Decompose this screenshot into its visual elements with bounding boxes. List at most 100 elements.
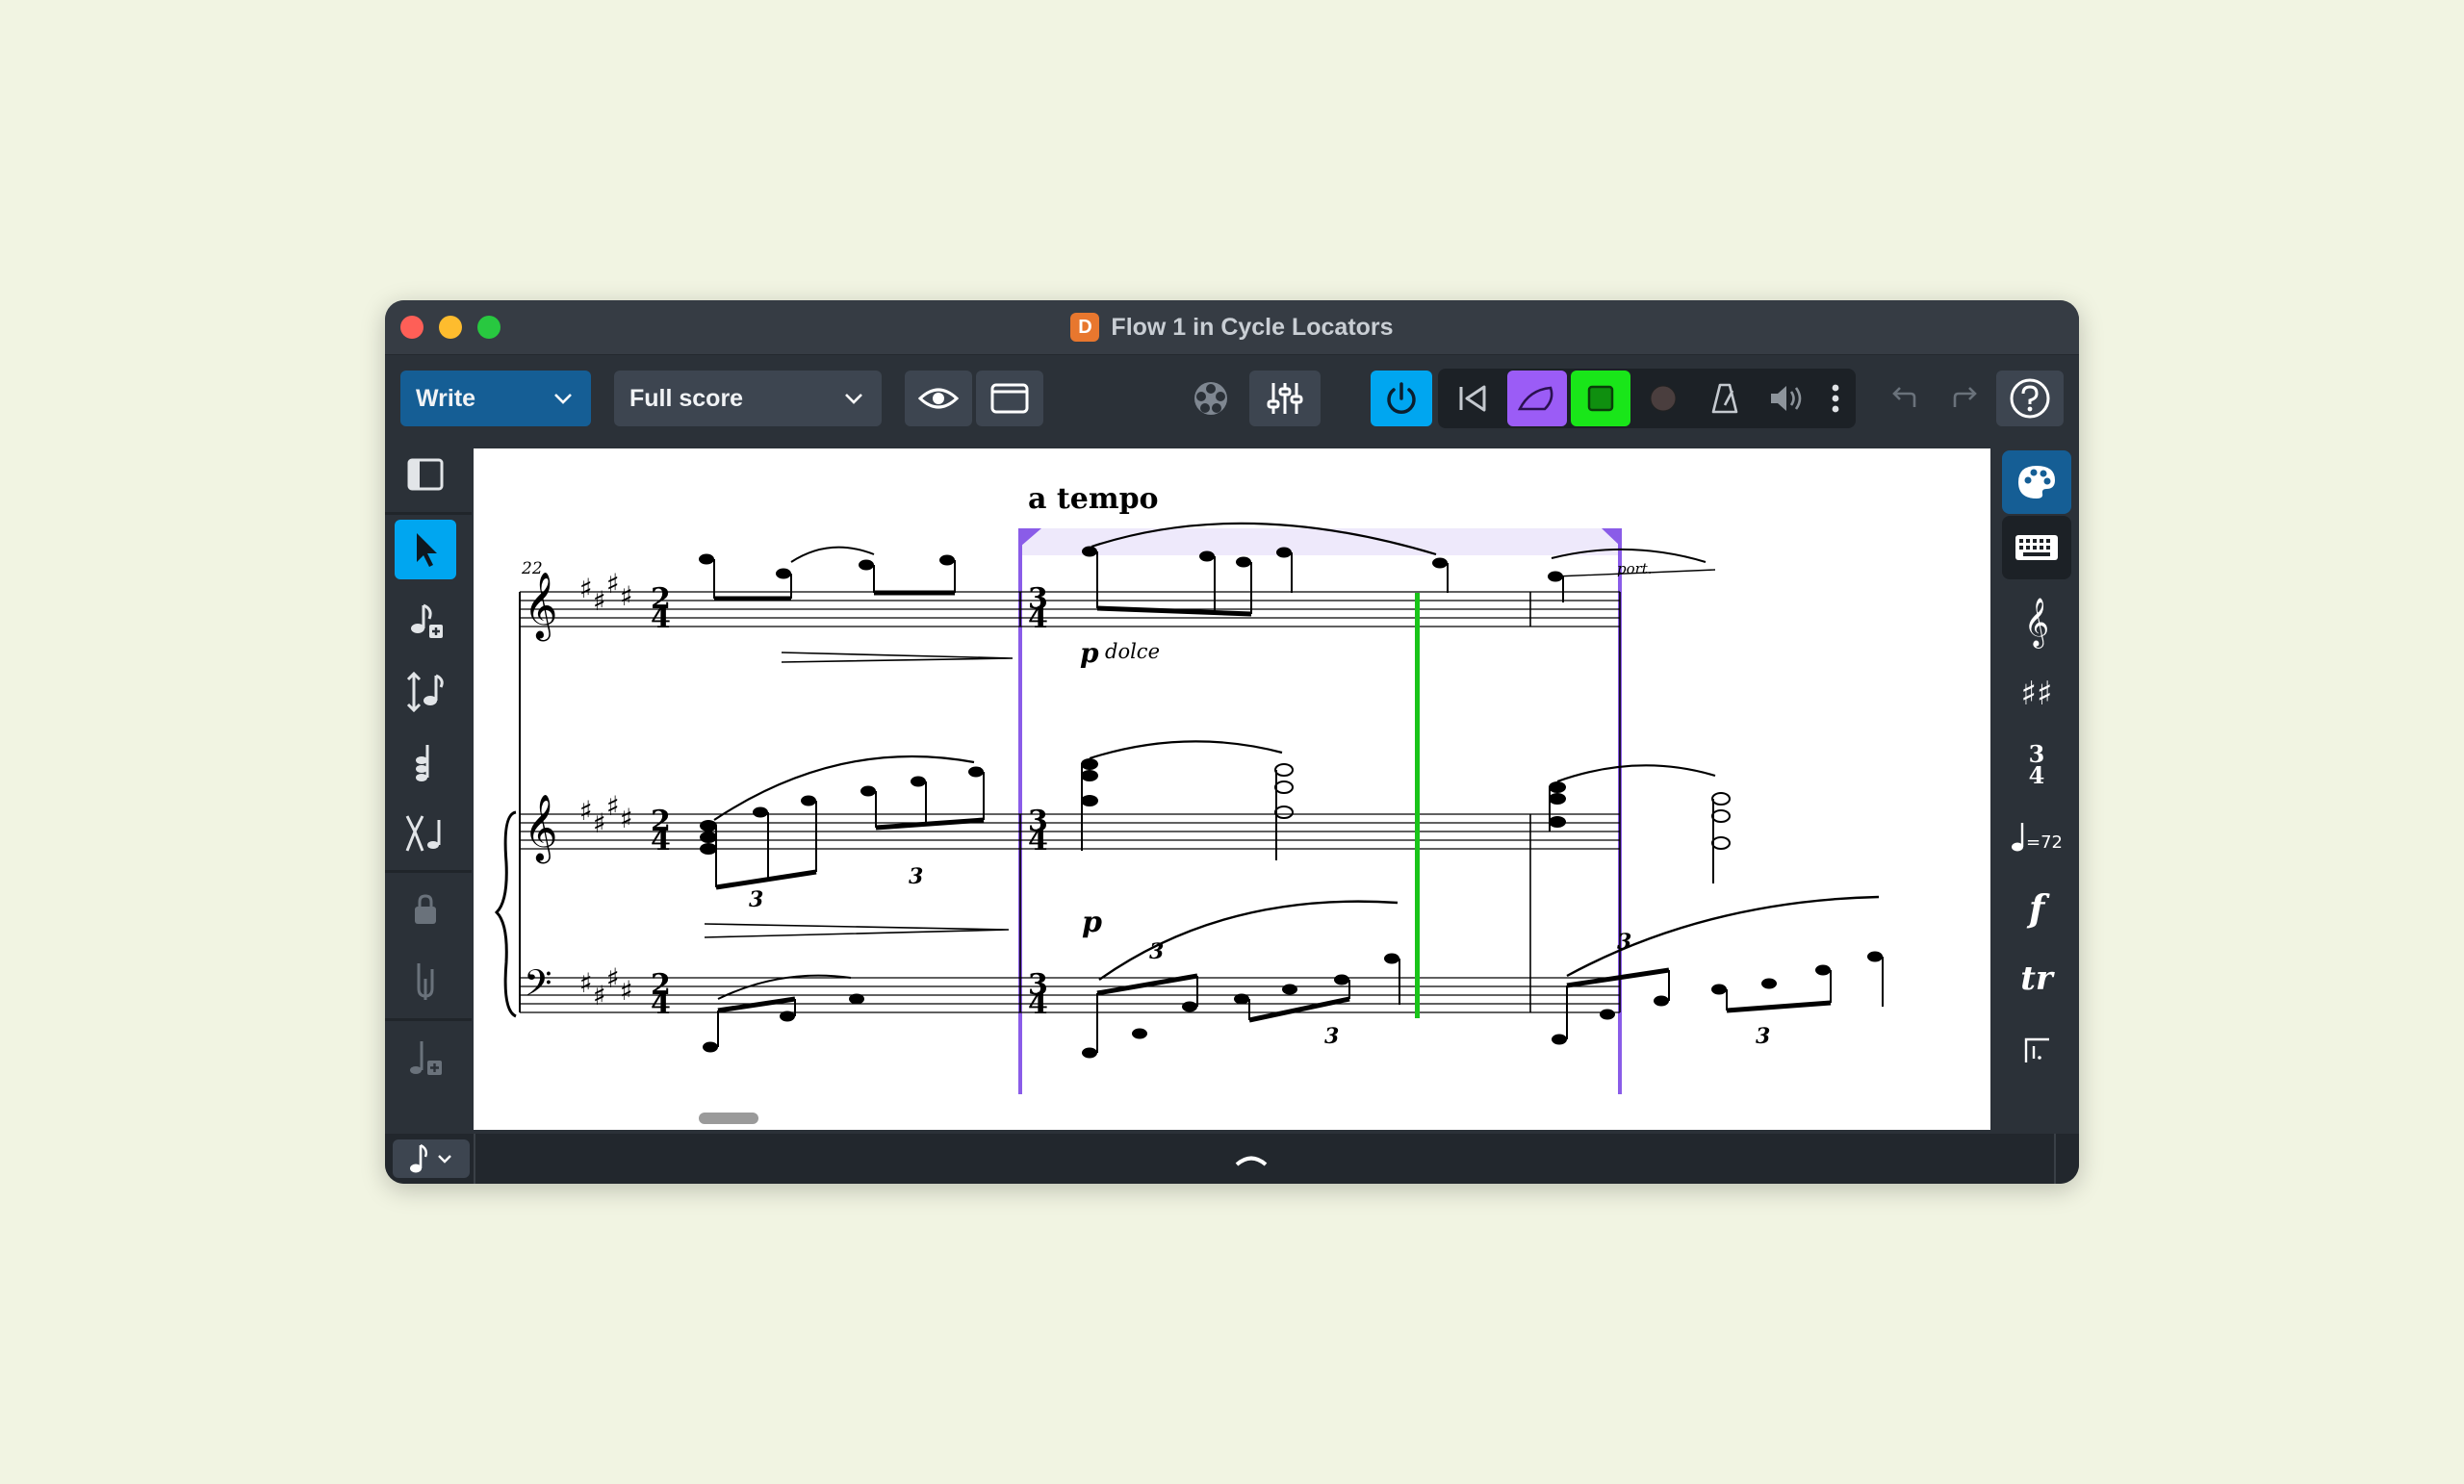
measure-number: 22 [521,559,543,578]
dolce-text[interactable]: dolce [1105,640,1160,663]
view-options-button[interactable] [905,371,972,426]
transport-more-button[interactable] [1819,371,1852,426]
svg-text:4: 4 [1028,987,1048,1021]
move-notes-tool[interactable] [395,662,456,722]
svg-text:♯: ♯ [606,790,620,822]
time-signature-icon: 3 4 [2028,740,2045,789]
minimize-window-button[interactable] [439,316,462,339]
close-window-button[interactable] [400,316,424,339]
play-button[interactable] [1571,371,1630,426]
record-icon [1650,385,1677,412]
svg-text:♯: ♯ [593,807,606,839]
cycle-button[interactable] [1507,371,1567,426]
window-title-group: D Flow 1 in Cycle Locators [1070,313,1394,342]
select-arrow-icon [417,533,437,567]
dynamic-marking-2[interactable]: p [1082,906,1102,939]
mixer-sliders-icon [1267,383,1303,414]
trill-icon: tr [2020,959,2053,998]
main-toolbar: Write Full score [385,355,2079,440]
help-icon [2010,378,2050,419]
ornaments-tab[interactable]: tr [2002,947,2071,1011]
svg-text:♯: ♯ [579,573,593,604]
note-input-tool[interactable] [395,591,456,651]
insert-chord-tool[interactable] [395,733,456,793]
select-tool[interactable] [395,520,456,579]
svg-text:♯: ♯ [579,967,593,999]
svg-text:4: 4 [1028,601,1048,635]
left-panel-toggle[interactable] [395,445,456,504]
application-window: D Flow 1 in Cycle Locators Write Full sc… [385,300,2079,1184]
zoom-window-button[interactable] [477,316,500,339]
tempo-tab[interactable]: =72 [2002,805,2071,868]
palette-tab[interactable] [2002,450,2071,514]
redo-button[interactable] [1938,371,1992,426]
clip-icon [417,963,434,1000]
playhead-line[interactable] [1415,593,1420,1018]
diminuendo-1 [781,652,1014,663]
svg-text:♯: ♯ [620,803,633,834]
left-panel-icon [407,458,444,491]
treble-clef-staff2: 𝄞 [524,794,557,863]
svg-text:♯: ♯ [606,962,620,994]
redo-icon [1953,387,1977,407]
more-vertical-icon [1832,384,1839,413]
rewind-to-start-icon [1459,385,1486,412]
mixer-button[interactable] [1249,371,1321,426]
dynamics-tab[interactable]: f [2002,876,2071,939]
keyboard-tab[interactable] [2002,516,2071,579]
layout-dropdown[interactable]: Full score [614,371,882,426]
svg-text:♯: ♯ [593,980,606,1011]
mode-dropdown[interactable]: Write [400,371,591,426]
split-voice-icon [405,815,441,852]
cycle-shape-icon [1517,386,1553,411]
svg-text:4: 4 [651,987,671,1021]
keyboard-icon [2015,535,2058,560]
score-canvas[interactable]: 𝄞 𝄞 𝄢 ♯ ♯♯ ♯ ♯ ♯♯ ♯ ♯ ♯♯ ♯ 24 24 24 34 34 34 a… [474,448,1990,1130]
repeat-ending-icon [2024,1037,2049,1062]
insert-chord-icon [416,745,429,781]
note-value-dropdown[interactable] [393,1139,470,1178]
chevron-down-icon [554,394,572,404]
diminuendo-2 [704,923,1010,938]
port-text[interactable]: port. [1617,560,1653,577]
dynamics-icon: f [2028,885,2045,930]
bottom-panel-bar [385,1134,2079,1184]
clip-tool[interactable] [395,951,456,1011]
play-stop-icon [1587,385,1614,412]
dynamic-marking-1[interactable]: p [1080,637,1099,669]
video-button[interactable] [1182,371,1240,426]
key-signatures-tab[interactable]: ♯♯ [2002,662,2071,726]
repeat-endings-tab[interactable] [2002,1018,2071,1082]
layout-label: Full score [629,384,744,412]
move-notes-icon [406,671,444,713]
split-voice-tool[interactable] [395,805,456,864]
svg-text:♯: ♯ [593,585,606,617]
time-signatures-tab[interactable]: 3 4 [2002,733,2071,797]
undo-icon [1892,387,1916,407]
record-button[interactable] [1634,371,1692,426]
bass-clef-staff3: 𝄢 [524,961,552,1013]
activate-playback-button[interactable] [1371,371,1432,426]
rewind-button[interactable] [1444,371,1502,426]
clefs-tab[interactable]: 𝄞 [2002,591,2071,654]
window-layout-button[interactable] [976,371,1043,426]
lock-icon [415,894,436,924]
horizontal-scrollbar[interactable] [699,1113,758,1124]
lock-duration-tool[interactable] [395,880,456,939]
svg-text:♯: ♯ [606,568,620,600]
svg-text:3: 3 [909,864,923,889]
metronome-button[interactable] [1696,371,1754,426]
undo-button[interactable] [1877,371,1931,426]
grand-staff-brace [494,810,517,1018]
tempo-marking[interactable]: a tempo [1028,482,1159,516]
help-button[interactable] [1996,371,2064,426]
mode-label: Write [416,384,476,412]
score-view[interactable]: 𝄞 𝄞 𝄢 ♯ ♯ ♯ ♯ ♯ ♯ ♯ ♯ ♯ ♯ ♯ ♯ 24 24 24 34 34 34 a… [474,448,1990,1130]
volume-button[interactable] [1758,371,1815,426]
expand-bottom-panel-button[interactable] [1228,1143,1274,1174]
note-input-icon [411,603,443,638]
metronome-icon [1711,383,1738,414]
add-note-tool[interactable] [395,1028,456,1087]
svg-text:4: 4 [1028,824,1048,857]
window-title: Flow 1 in Cycle Locators [1111,313,1394,341]
